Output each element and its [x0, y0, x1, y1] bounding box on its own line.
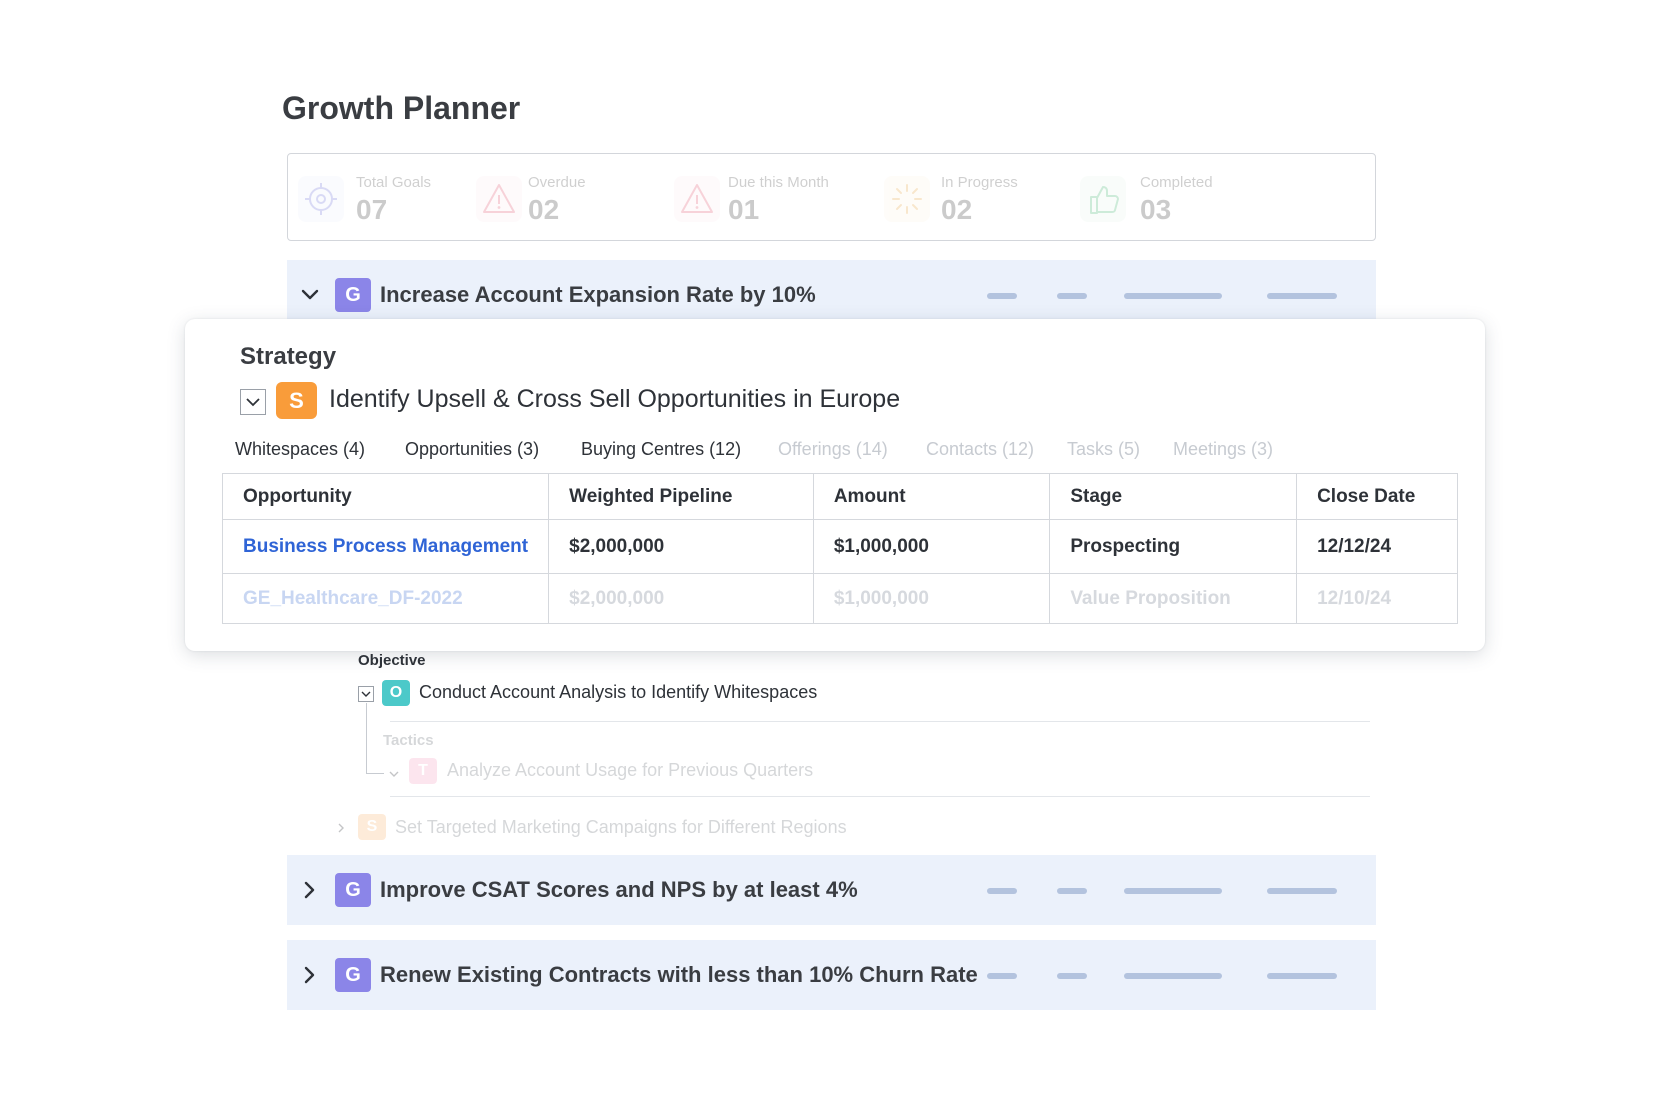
warning-icon	[476, 176, 522, 222]
opportunity-link[interactable]: Business Process Management	[243, 536, 528, 557]
table-cell: $2,000,000	[548, 573, 814, 624]
stat-label: In Progress	[941, 174, 1018, 191]
warning-icon	[674, 176, 720, 222]
table-cell: $2,000,000	[548, 519, 814, 574]
chevron-down-icon[interactable]	[297, 282, 323, 308]
goal-badge: G	[335, 958, 371, 992]
goal-badge: G	[335, 873, 371, 907]
chevron-down-icon[interactable]	[358, 686, 374, 702]
stat-label: Total Goals	[356, 174, 432, 191]
strategy-card: Strategy S Identify Upsell & Cross Sell …	[185, 319, 1485, 651]
stat-value: 07	[356, 194, 388, 225]
stat-value: 01	[728, 194, 760, 225]
column-header[interactable]: Stage	[1049, 473, 1298, 520]
strategy-title[interactable]: Identify Upsell & Cross Sell Opportuniti…	[329, 385, 900, 414]
tab-whitespaces[interactable]: Whitespaces (4)	[235, 439, 365, 460]
stat-label: Due this Month	[728, 174, 829, 191]
chevron-down-icon[interactable]	[386, 766, 402, 782]
tree-connector	[366, 703, 367, 773]
stat-value: 03	[1140, 194, 1172, 225]
table-cell: Value Proposition	[1049, 573, 1298, 624]
goal-title[interactable]: Renew Existing Contracts with less than …	[380, 962, 978, 988]
chevron-right-icon[interactable]	[333, 820, 349, 836]
divider	[390, 721, 1370, 722]
table-cell: $1,000,000	[812, 519, 1051, 574]
tab-meetings[interactable]: Meetings (3)	[1173, 439, 1273, 460]
strategy-title[interactable]: Set Targeted Marketing Campaigns for Dif…	[395, 817, 847, 838]
tree-connector	[366, 773, 384, 774]
stat-label: Completed	[1140, 174, 1213, 191]
goal-title[interactable]: Increase Account Expansion Rate by 10%	[380, 282, 816, 308]
goal-title[interactable]: Improve CSAT Scores and NPS by at least …	[380, 877, 858, 903]
column-header[interactable]: Opportunity	[221, 473, 550, 520]
tab-tasks[interactable]: Tasks (5)	[1067, 439, 1140, 460]
goal-row[interactable]: G Renew Existing Contracts with less tha…	[287, 940, 1376, 1010]
tactics-label: Tactics	[383, 732, 434, 749]
table-row[interactable]: GE_Healthcare_DF-2022 $2,000,000 $1,000,…	[221, 573, 1458, 624]
goal-row[interactable]: G Improve CSAT Scores and NPS by at leas…	[287, 855, 1376, 925]
objective-label: Objective	[358, 652, 426, 669]
spinner-icon	[884, 176, 930, 222]
stats-bar: Total Goals 07 Overdue 02 Due this Month…	[287, 153, 1376, 241]
table-cell: $1,000,000	[812, 573, 1051, 624]
page-title: Growth Planner	[282, 90, 521, 126]
stat-label: Overdue	[528, 174, 586, 191]
opportunity-link[interactable]: GE_Healthcare_DF-2022	[243, 588, 463, 609]
chevron-down-icon[interactable]	[240, 389, 266, 415]
target-icon	[298, 176, 344, 222]
table-cell: Prospecting	[1049, 519, 1298, 574]
objective-badge: O	[382, 680, 410, 706]
strategy-badge: S	[276, 382, 317, 419]
table-row[interactable]: Business Process Management $2,000,000 $…	[221, 519, 1458, 574]
divider	[390, 796, 1370, 797]
tab-opportunities[interactable]: Opportunities (3)	[405, 439, 539, 460]
tactic-title[interactable]: Analyze Account Usage for Previous Quart…	[447, 760, 813, 781]
strategy-badge: S	[358, 814, 386, 840]
goal-badge: G	[335, 278, 371, 312]
column-header[interactable]: Close Date	[1296, 473, 1458, 520]
thumbs-up-icon	[1080, 176, 1126, 222]
tactic-badge: T	[409, 758, 437, 784]
tab-buying-centres[interactable]: Buying Centres (12)	[581, 439, 741, 460]
table-cell: 12/10/24	[1296, 573, 1458, 624]
table-cell: 12/12/24	[1296, 519, 1458, 574]
tab-offerings[interactable]: Offerings (14)	[778, 439, 888, 460]
opportunities-table: Opportunity Weighted Pipeline Amount Sta…	[221, 473, 1458, 624]
column-header[interactable]: Amount	[812, 473, 1051, 520]
stat-value: 02	[941, 194, 973, 225]
stat-value: 02	[528, 194, 560, 225]
table-header-row: Opportunity Weighted Pipeline Amount Sta…	[221, 473, 1458, 520]
chevron-right-icon[interactable]	[297, 962, 323, 988]
column-header[interactable]: Weighted Pipeline	[548, 473, 814, 520]
tab-contacts[interactable]: Contacts (12)	[926, 439, 1034, 460]
strategy-label: Strategy	[240, 343, 337, 370]
objective-title[interactable]: Conduct Account Analysis to Identify Whi…	[419, 682, 817, 703]
chevron-right-icon[interactable]	[297, 877, 323, 903]
